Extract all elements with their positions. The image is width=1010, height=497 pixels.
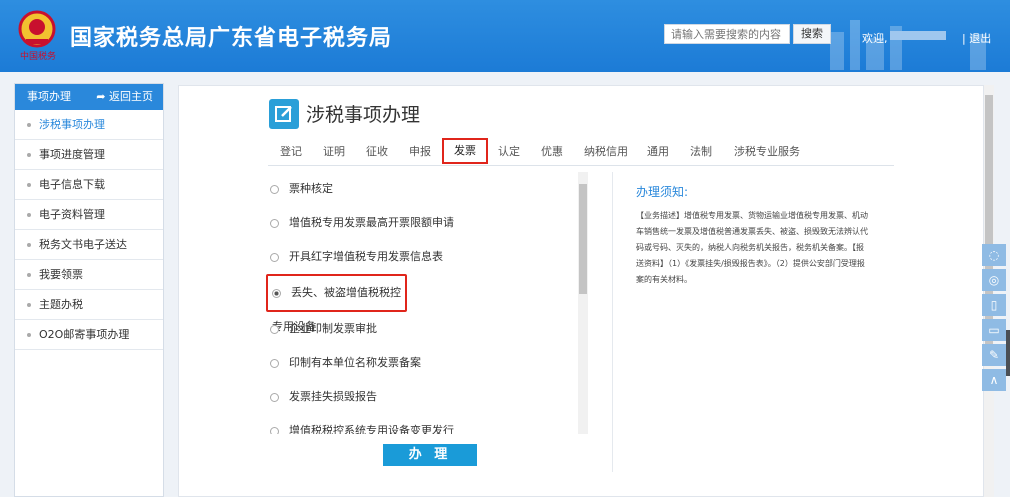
- site-title: 国家税务总局广东省电子税务局: [70, 26, 393, 51]
- bullet-icon: [27, 213, 31, 217]
- tab-preference[interactable]: 优惠: [541, 143, 563, 161]
- sidebar-item-progress[interactable]: 事项进度管理: [15, 140, 163, 170]
- panel-divider: [612, 172, 613, 472]
- matter-list: 票种核定 增值税专用发票最高开票限额申请 开具红字增值税专用发票信息表 丢失、被…: [254, 172, 579, 434]
- tab-certificate[interactable]: 证明: [323, 143, 345, 161]
- list-scrollbar[interactable]: [578, 172, 588, 434]
- tab-invoice[interactable]: 发票: [442, 138, 488, 164]
- list-item-selected[interactable]: 丢失、被盗增值税税控专用设备: [266, 274, 407, 333]
- notice-title: 办理须知:: [636, 185, 689, 199]
- tax-emblem-icon: [18, 10, 56, 48]
- mobile-icon[interactable]: ▯: [982, 294, 1006, 316]
- weibo-icon[interactable]: ◎: [982, 269, 1006, 291]
- list-item-label: 增值税专用发票最高开票限额申请: [289, 216, 454, 229]
- emblem-caption: 中国税务: [19, 52, 56, 62]
- sidebar: 事项办理 ➦ 返回主页 涉税事项办理 事项进度管理 电子信息下载 电子资料管理 …: [14, 83, 164, 497]
- sidebar-item-label: 电子信息下载: [39, 178, 105, 191]
- return-home-link[interactable]: ➦ 返回主页: [96, 84, 153, 110]
- bullet-icon: [27, 273, 31, 277]
- sidebar-title: 事项办理: [27, 90, 71, 103]
- bullet-icon: [27, 243, 31, 247]
- sidebar-header: 事项办理 ➦ 返回主页: [15, 84, 163, 110]
- page-title: 涉税事项办理: [306, 104, 421, 126]
- tab-professional-services[interactable]: 涉税专业服务: [734, 143, 800, 161]
- radio-button[interactable]: [270, 218, 279, 228]
- tablet-icon[interactable]: ▭: [982, 319, 1006, 341]
- list-item-label: 印制有本单位名称发票备案: [289, 356, 421, 369]
- sidebar-item-label: 事项进度管理: [39, 148, 105, 161]
- search-button[interactable]: 搜索: [793, 24, 831, 44]
- category-tabs: 登记 证明 征收 申报 发票 认定 优惠 纳税信用 通用 法制 涉税专业服务: [268, 138, 894, 166]
- process-button[interactable]: 办 理: [383, 444, 477, 466]
- list-item[interactable]: 企业印制发票审批: [254, 312, 579, 346]
- radio-button[interactable]: [270, 358, 279, 368]
- list-item[interactable]: 票种核定: [254, 172, 579, 206]
- top-header: 中国税务 国家税务总局广东省电子税务局 搜索 欢迎, | 退出: [0, 0, 1010, 72]
- welcome-text: 欢迎,: [862, 32, 888, 45]
- radio-button[interactable]: [270, 392, 279, 402]
- tab-collection[interactable]: 征收: [366, 143, 388, 161]
- edit-icon[interactable]: ✎: [982, 344, 1006, 366]
- floating-toolbar: ◌ ◎ ▯ ▭ ✎ ∧: [982, 244, 1006, 394]
- logout-link[interactable]: | 退出: [962, 30, 991, 46]
- tab-general[interactable]: 通用: [647, 143, 669, 161]
- masked-username: [890, 31, 946, 40]
- sidebar-item-label: 电子资料管理: [39, 208, 105, 221]
- list-item[interactable]: 发票挂失损毁报告: [254, 380, 579, 414]
- sidebar-item-download[interactable]: 电子信息下载: [15, 170, 163, 200]
- sidebar-item-label: 我要领票: [39, 268, 83, 281]
- bullet-icon: [27, 153, 31, 157]
- sidebar-item-o2o[interactable]: O2O邮寄事项办理: [15, 320, 163, 350]
- radio-button-checked[interactable]: [272, 288, 281, 298]
- edit-document-icon: [269, 99, 299, 129]
- list-item-label: 增值税税控系统专用设备变更发行: [289, 424, 454, 434]
- list-item[interactable]: 开具红字增值税专用发票信息表: [254, 240, 579, 274]
- tab-credit[interactable]: 纳税信用: [584, 143, 628, 161]
- bullet-icon: [27, 333, 31, 337]
- tab-recognition[interactable]: 认定: [498, 143, 520, 161]
- sidebar-item-label: O2O邮寄事项办理: [39, 328, 130, 341]
- sidebar-item-label: 主题办税: [39, 298, 83, 311]
- back-to-top-icon[interactable]: ∧: [982, 369, 1006, 391]
- wechat-icon[interactable]: ◌: [982, 244, 1006, 266]
- return-home-label: 返回主页: [109, 90, 153, 103]
- search-input[interactable]: [664, 24, 790, 44]
- back-arrow-icon: ➦: [96, 90, 109, 103]
- sidebar-item-documents[interactable]: 电子资料管理: [15, 200, 163, 230]
- tab-declaration[interactable]: 申报: [409, 143, 431, 161]
- radio-button[interactable]: [270, 324, 279, 334]
- sidebar-item-tax-matters[interactable]: 涉税事项办理: [15, 110, 163, 140]
- list-item[interactable]: 印制有本单位名称发票备案: [254, 346, 579, 380]
- list-item[interactable]: 增值税税控系统专用设备变更发行: [254, 414, 579, 434]
- list-item-label: 开具红字增值税专用发票信息表: [289, 250, 443, 263]
- sidebar-item-label: 涉税事项办理: [39, 118, 105, 131]
- radio-button[interactable]: [270, 184, 279, 194]
- list-item-label: 票种核定: [289, 182, 333, 195]
- sidebar-item-delivery[interactable]: 税务文书电子送达: [15, 230, 163, 260]
- list-item-label: 发票挂失损毁报告: [289, 390, 377, 403]
- bullet-icon: [27, 183, 31, 187]
- sidebar-item-invoice-claim[interactable]: 我要领票: [15, 260, 163, 290]
- list-item-label: 企业印制发票审批: [289, 322, 377, 335]
- list-scrollbar-thumb[interactable]: [579, 184, 587, 294]
- edge-handle: [1006, 330, 1010, 376]
- bullet-icon: [27, 123, 31, 127]
- list-item[interactable]: 增值税专用发票最高开票限额申请: [254, 206, 579, 240]
- radio-button[interactable]: [270, 426, 279, 434]
- bullet-icon: [27, 303, 31, 307]
- radio-button[interactable]: [270, 252, 279, 262]
- tab-legal[interactable]: 法制: [690, 143, 712, 161]
- sidebar-item-label: 税务文书电子送达: [39, 238, 127, 251]
- notice-body: 【业务描述】增值税专用发票、货物运输业增值税专用发票、机动车销售统一发票及增值税…: [636, 211, 868, 284]
- sidebar-item-themes[interactable]: 主题办税: [15, 290, 163, 320]
- tab-registration[interactable]: 登记: [280, 143, 302, 161]
